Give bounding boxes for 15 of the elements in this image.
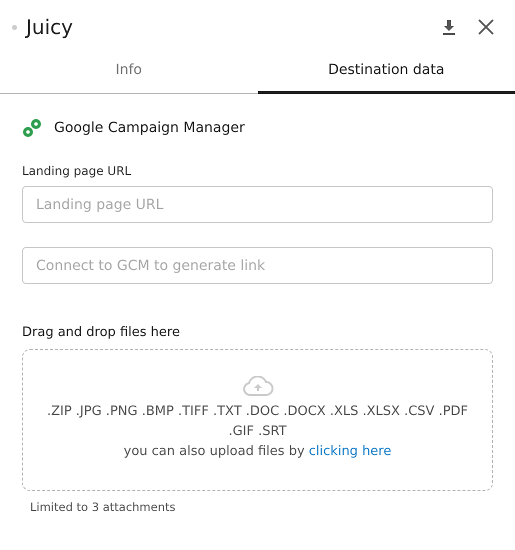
window-title: Juicy <box>26 15 74 39</box>
field-label: Landing page URL <box>22 164 132 178</box>
drop-zone[interactable]: .ZIP .JPG .PNG .BMP .TIFF .TXT .DOC .DOCX .XLS .XLSX .CSV .PDF .GIF .SRT you can also upload files by clicking here <box>22 349 493 491</box>
link-icon <box>22 118 42 138</box>
tab[interactable]: Info <box>0 48 258 94</box>
upload-hint: you can also upload files by clicking here <box>124 443 392 461</box>
input-field[interactable]: Landing page URL <box>22 186 493 223</box>
cloud-upload-icon <box>242 376 274 396</box>
input-field[interactable]: Connect to GCM to generate link <box>22 247 493 284</box>
tab[interactable]: Destination data <box>258 48 515 94</box>
integration-name: Google Campaign Manager <box>54 120 245 136</box>
attachment-limit: Limited to 3 attachments <box>30 500 177 514</box>
section-title: Drag and drop files here <box>22 325 181 340</box>
upload-link[interactable]: clicking here <box>308 444 392 459</box>
status-dot <box>12 24 17 30</box>
